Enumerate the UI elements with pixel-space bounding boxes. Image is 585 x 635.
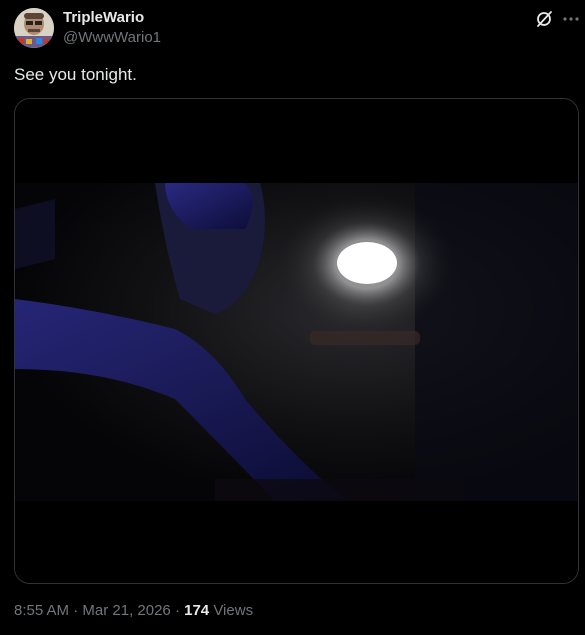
tweet-date[interactable]: Mar 21, 2026 <box>82 602 170 619</box>
author-display-name[interactable]: TripleWario <box>63 9 144 27</box>
tweet-metadata: 8:55 AM · Mar 21, 2026 · 174 Views <box>14 602 253 620</box>
views-label: Views <box>213 602 254 619</box>
tweet-time[interactable]: 8:55 AM <box>14 602 69 619</box>
avatar[interactable] <box>14 8 54 48</box>
meta-separator: · <box>174 602 180 619</box>
views-count: 174 <box>184 602 210 619</box>
grok-icon[interactable] <box>534 9 554 29</box>
more-icon[interactable] <box>560 8 582 30</box>
meta-separator: · <box>73 602 79 619</box>
tweet-text: See you tonight. <box>14 65 137 84</box>
author-handle[interactable]: @WwwWario1 <box>63 29 161 47</box>
tweet: TripleWario @WwwWario1 See you tonight. <box>0 0 585 635</box>
tweet-media-image[interactable] <box>14 98 579 584</box>
